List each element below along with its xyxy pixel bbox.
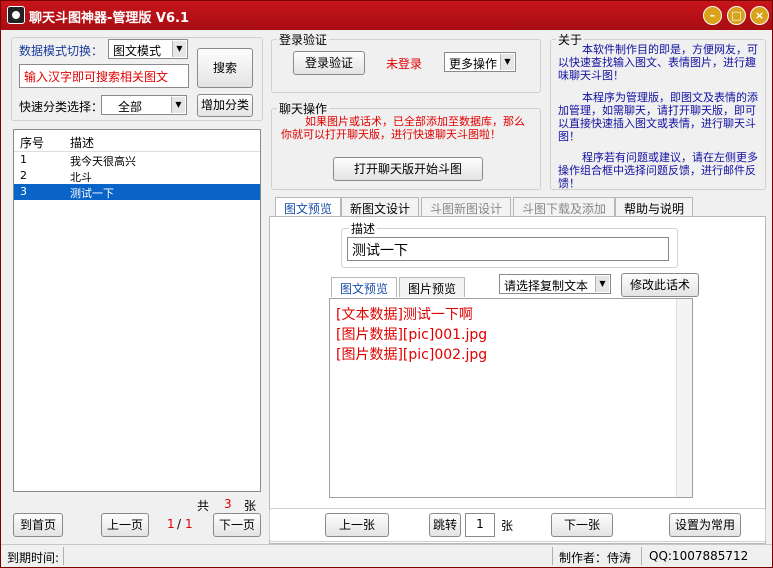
list-item[interactable]: 2 北斗 (14, 168, 260, 184)
tab-doutu-new-design[interactable]: 斗图新图设计 (421, 197, 512, 217)
about-text-1: 本软件制作目的即是，方便网友，可以快速查找输入图文、表情图片，进行趣味聊天斗图！ (558, 43, 758, 82)
chevron-down-icon: ▼ (171, 97, 185, 113)
list-item-selected[interactable]: 3 测试一下 (14, 184, 260, 200)
content-line: [文本数据]测试一下啊 (336, 307, 473, 323)
next-image-button[interactable]: 下一张 (551, 513, 613, 537)
content-textarea[interactable]: [文本数据]测试一下啊 [图片数据][pic]001.jpg [图片数据][pi… (329, 298, 693, 498)
content-line: [图片数据][pic]002.jpg (336, 347, 488, 363)
tab-new-design[interactable]: 新图文设计 (341, 197, 420, 217)
tab-preview[interactable]: 图文预览 (275, 197, 342, 217)
status-divider (552, 547, 553, 565)
list-item-desc: 北斗 (70, 171, 92, 184)
minimize-button[interactable]: – (703, 6, 722, 25)
page-current: 1 (167, 517, 175, 531)
category-value: 全部 (118, 100, 143, 114)
edit-phrase-button[interactable]: 修改此话术 (621, 273, 699, 297)
list-item-desc: 我今天很高兴 (70, 155, 136, 168)
next-page-button[interactable]: 下一页 (213, 513, 261, 537)
desc-title: 描述 (349, 220, 378, 237)
qq-label: QQ:1007885712 (649, 549, 749, 563)
desc-input[interactable]: 测试一下 (347, 237, 669, 261)
main-window: 聊天斗图神器-管理版 V6.1 – □ × 数据模式切换： 图文模式 ▼ 搜索 … (0, 0, 773, 568)
set-common-button[interactable]: 设置为常用 (669, 513, 741, 537)
about-text-2: 本程序为管理版，即图文及表情的添加管理，如需聊天，请打开聊天版，即可以直接快速插… (558, 91, 758, 143)
more-ops-value: 更多操作 (449, 57, 498, 71)
total-prefix: 共 (197, 499, 210, 513)
content-scrollbar[interactable] (676, 299, 692, 497)
jump-button[interactable]: 跳转 (429, 513, 461, 537)
page-total: 1 (185, 517, 193, 531)
jump-input[interactable]: 1 (465, 513, 495, 537)
chat-message: 如果图片或话术，已全部添加至数据库，那么你就可以打开聊天版，进行快速聊天斗图啦！ (281, 115, 525, 141)
content-lines: [文本数据]测试一下啊 [图片数据][pic]001.jpg [图片数据][pi… (336, 305, 487, 365)
list-item-no: 3 (20, 185, 27, 198)
page-separator: / (177, 517, 182, 531)
search-button[interactable]: 搜索 (197, 48, 253, 88)
copy-text-value: 请选择复制文本 (504, 279, 589, 293)
prev-page-button[interactable]: 上一页 (101, 513, 149, 537)
prev-image-button[interactable]: 上一张 (325, 513, 389, 537)
total-suffix: 张 (244, 499, 257, 513)
list-item[interactable]: 1 我今天很高兴 (14, 152, 260, 168)
status-divider (641, 547, 642, 565)
subtab-text-preview[interactable]: 图文预览 (331, 277, 398, 297)
list-item-desc: 测试一下 (70, 187, 114, 200)
list-header: 序号 描述 (14, 130, 260, 152)
category-select[interactable]: 全部 ▼ (101, 95, 187, 115)
jump-unit: 张 (501, 519, 514, 533)
login-verify-button[interactable]: 登录验证 (293, 51, 365, 75)
column-header-desc[interactable]: 描述 (70, 134, 94, 151)
tab-download-add[interactable]: 斗图下载及添加 (513, 197, 616, 217)
mode-label: 数据模式切换： (19, 44, 104, 58)
mode-select[interactable]: 图文模式 ▼ (108, 39, 188, 59)
search-input[interactable]: 输入汉字即可搜索相关图文 (19, 64, 189, 88)
chevron-down-icon: ▼ (172, 41, 186, 57)
about-text-3: 程序若有问题或建议，请在左侧更多操作组合框中选择问题反馈，进行邮件反馈！ (558, 151, 758, 190)
login-group-title: 登录验证 (277, 31, 330, 48)
chevron-down-icon: ▼ (595, 276, 609, 292)
tab-help[interactable]: 帮助与说明 (615, 197, 694, 217)
chevron-down-icon: ▼ (500, 54, 514, 70)
category-label: 快速分类选择： (19, 100, 104, 114)
open-chat-button[interactable]: 打开聊天版开始斗图 (333, 157, 483, 181)
author-label: 制作者：侍涛 (559, 551, 632, 565)
first-page-button[interactable]: 到首页 (13, 513, 63, 537)
more-ops-select[interactable]: 更多操作 ▼ (444, 52, 516, 72)
window-title: 聊天斗图神器-管理版 V6.1 (29, 11, 190, 26)
expire-label: 到期时间: (7, 551, 60, 565)
app-icon (7, 6, 25, 24)
close-button[interactable]: × (750, 6, 769, 25)
list-item-no: 1 (20, 153, 27, 166)
title-bar: 聊天斗图神器-管理版 V6.1 – □ × (1, 1, 772, 30)
add-category-button[interactable]: 增加分类 (197, 94, 253, 117)
subtab-image-preview[interactable]: 图片预览 (399, 277, 466, 297)
item-list[interactable]: 序号 描述 1 我今天很高兴 2 北斗 3 测试一下 (13, 129, 261, 492)
status-bar: 到期时间: 制作者：侍涛 QQ:1007885712 (1, 544, 772, 567)
mode-value: 图文模式 (113, 44, 162, 58)
list-item-no: 2 (20, 169, 27, 182)
copy-text-select[interactable]: 请选择复制文本 ▼ (499, 274, 611, 294)
login-status: 未登录 (386, 57, 423, 71)
total-count: 3 (224, 497, 232, 511)
status-divider (63, 547, 64, 565)
maximize-button[interactable]: □ (727, 6, 746, 25)
column-header-no[interactable]: 序号 (20, 134, 44, 151)
content-line: [图片数据][pic]001.jpg (336, 327, 488, 343)
